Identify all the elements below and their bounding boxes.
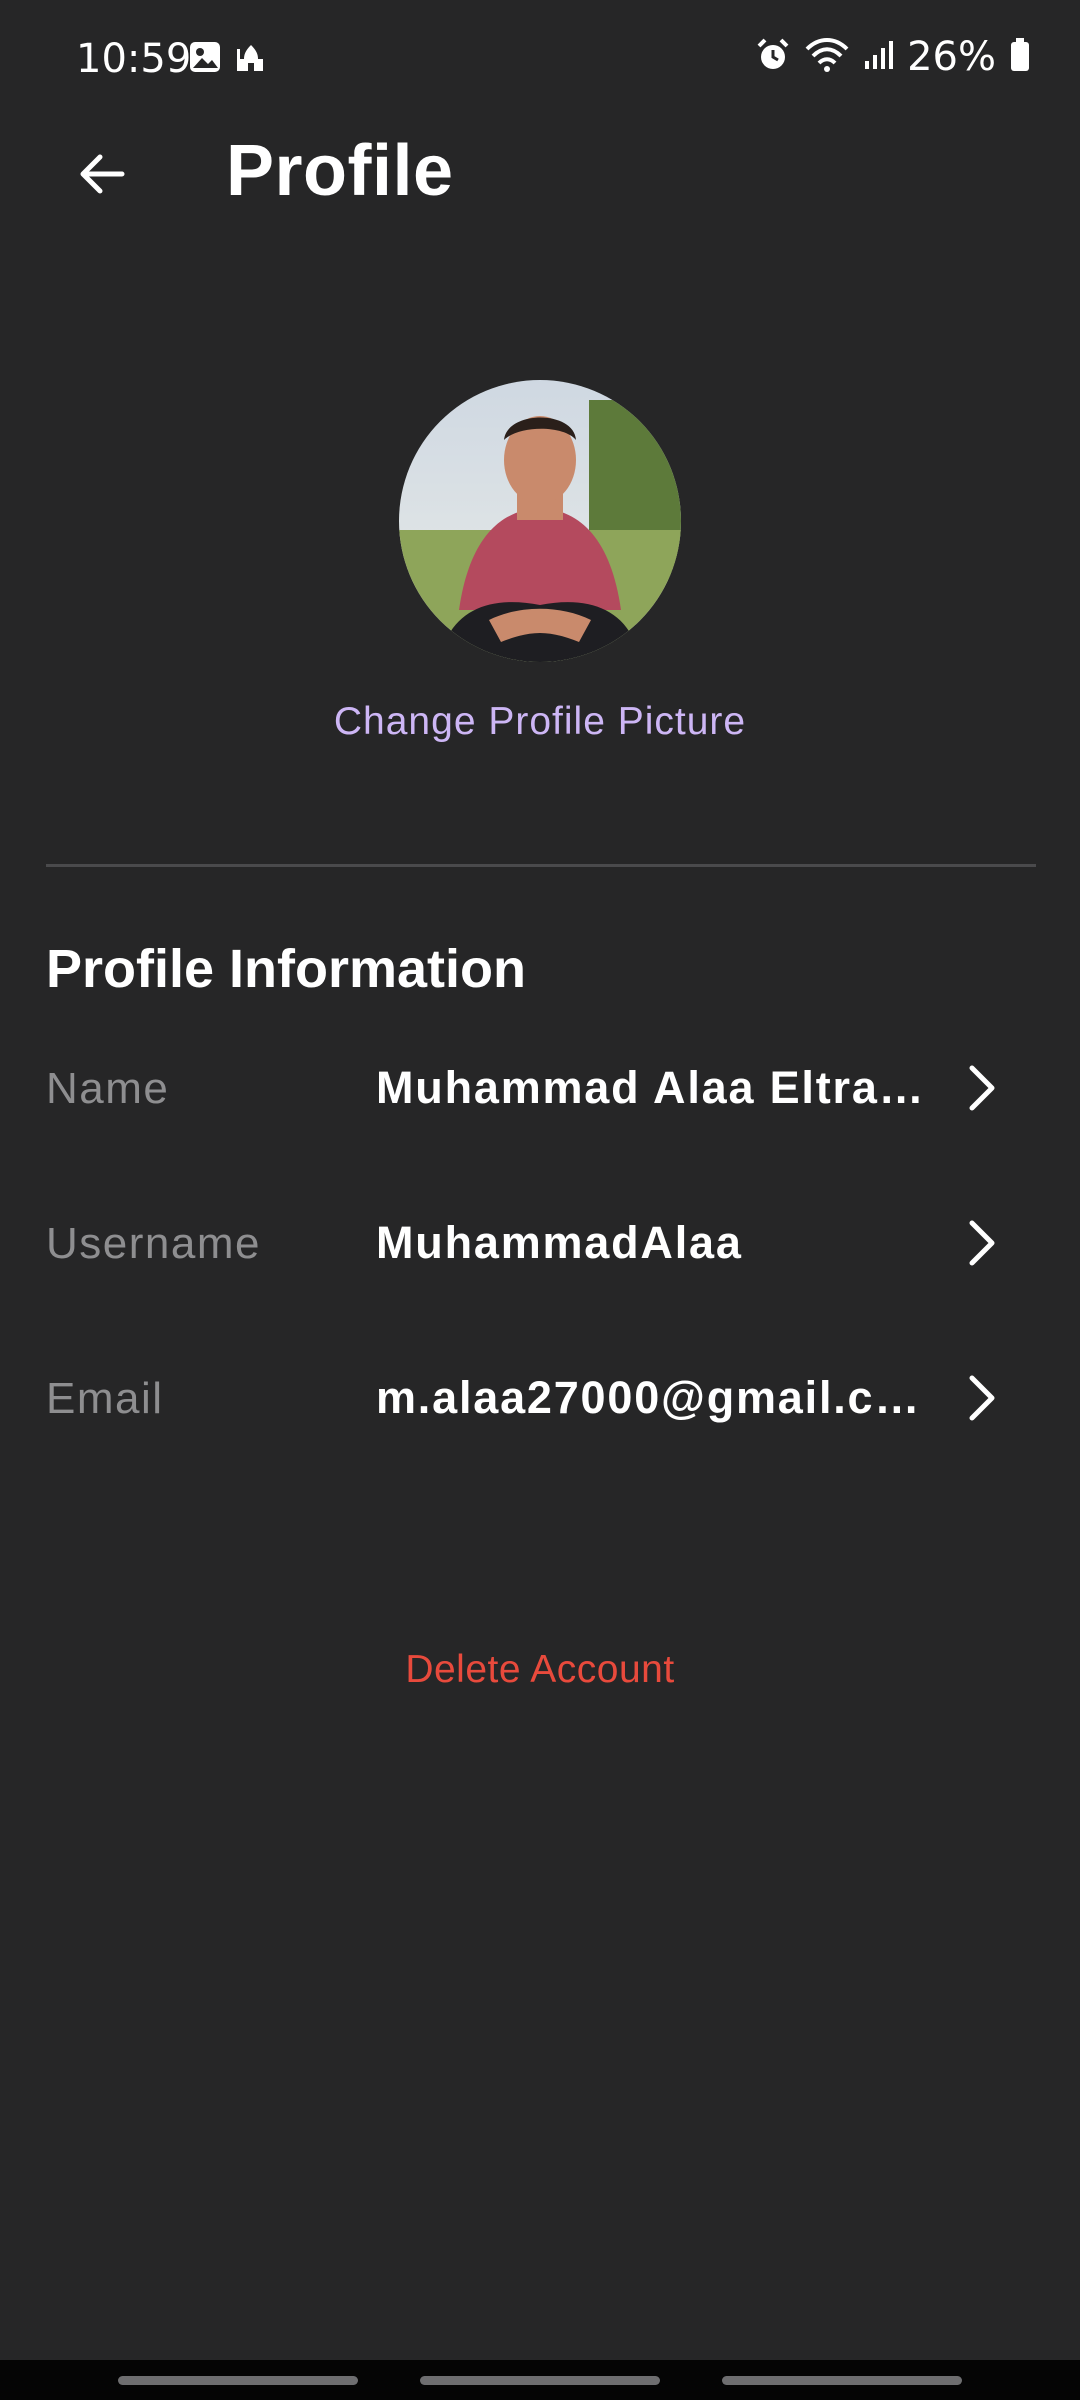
chevron-right-icon [962,1060,1002,1116]
app-bar: Profile [0,120,1080,230]
divider [46,864,1036,867]
gallery-icon [188,40,222,79]
email-label: Email [46,1374,164,1423]
nav-back-button[interactable] [722,2376,962,2385]
chevron-right-icon [962,1215,1002,1271]
section-title: Profile Information [46,939,527,999]
mosque-icon [236,41,266,78]
battery-percent: 26% [907,34,996,80]
name-value: Muhammad Alaa Eltra… [376,1062,926,1113]
status-bar: 10:59 26% [0,0,1080,120]
username-value: MuhammadAlaa [376,1217,743,1268]
username-label: Username [46,1219,261,1268]
system-nav-bar [0,2360,1080,2400]
status-time: 10:59 [76,36,192,82]
page-title: Profile [226,131,454,211]
email-value: m.alaa27000@gmail.c… [376,1372,922,1423]
nav-recents-button[interactable] [118,2376,358,2385]
profile-avatar[interactable] [399,380,681,662]
nav-home-button[interactable] [420,2376,660,2385]
wifi-icon [805,37,849,78]
signal-icon [863,39,894,76]
alarm-icon [755,37,791,78]
battery-icon [1010,37,1030,77]
email-row[interactable]: Email m.alaa27000@gmail.c… [0,1340,1080,1450]
chevron-right-icon [962,1370,1002,1426]
back-button[interactable] [66,140,138,212]
name-label: Name [46,1064,170,1113]
arrow-left-icon [76,148,128,205]
name-row[interactable]: Name Muhammad Alaa Eltra… [0,1030,1080,1140]
username-row[interactable]: Username MuhammadAlaa [0,1185,1080,1295]
change-profile-picture-button[interactable]: Change Profile Picture [0,700,1080,744]
delete-account-button[interactable]: Delete Account [0,1648,1080,1692]
